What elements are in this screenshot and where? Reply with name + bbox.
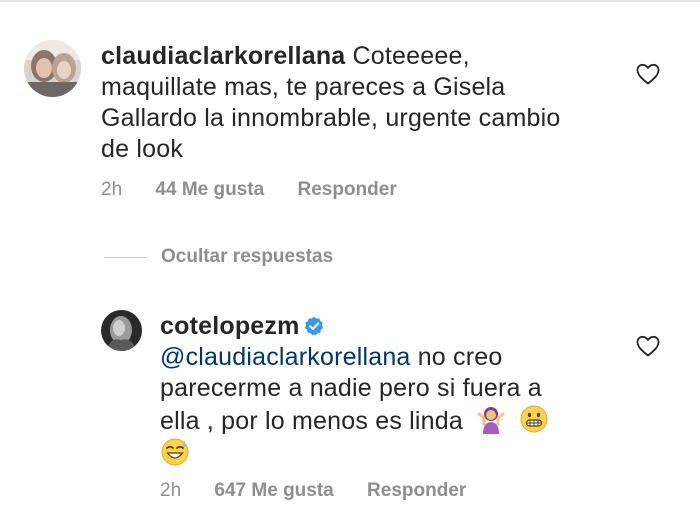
comment-text-line1: Coteeeee,: [345, 42, 470, 70]
reply-username[interactable]: cotelopezm: [160, 312, 300, 340]
grimacing-face-emoji: [520, 405, 548, 433]
grinning-sweat-emoji: [161, 438, 189, 466]
reply-text-line3: ella , por lo menos es linda: [160, 407, 463, 435]
comment-likes[interactable]: 44 Me gusta: [155, 179, 264, 201]
reply-meta: 2h 647 Me gusta Responder: [160, 480, 466, 502]
comment-username[interactable]: claudiaclarkorellana: [101, 42, 345, 70]
comment-body: claudiaclarkorellana Coteeeee, maquillat…: [101, 41, 560, 165]
avatar-cotelopezm[interactable]: [101, 310, 142, 351]
heart-icon[interactable]: [636, 63, 660, 85]
comment-text-line2: maquillate mas, te pareces a Gisela: [101, 73, 506, 101]
reply-reply-button[interactable]: Responder: [367, 480, 466, 502]
hide-replies-label[interactable]: Ocultar respuestas: [161, 246, 333, 268]
reply-text-line2: parecerme a nadie pero si fuera a: [160, 374, 542, 402]
comment-meta: 2h 44 Me gusta Responder: [101, 179, 397, 201]
reply-text-line1: no creo: [410, 343, 503, 371]
top-divider: [0, 0, 700, 2]
reply-likes[interactable]: 647 Me gusta: [214, 480, 333, 502]
comment-reply-button[interactable]: Responder: [297, 179, 396, 201]
avatar-claudiaclarkorellana[interactable]: [24, 40, 81, 97]
verified-badge-icon: [304, 316, 323, 336]
woman-shrugging-emoji: [477, 407, 505, 434]
comment-time: 2h: [101, 179, 123, 200]
reply-time: 2h: [160, 480, 182, 501]
heart-icon[interactable]: [636, 335, 660, 357]
hide-replies-toggle[interactable]: Ocultar respuestas: [104, 243, 333, 271]
reply-mention-link[interactable]: @claudiaclarkorellana: [160, 343, 411, 371]
reply-body: cotelopezm @claudiaclarkorellana no creo…: [160, 311, 549, 470]
comment-text-line3: Gallardo la innombrable, urgente cambio: [101, 104, 561, 132]
hide-replies-line: [104, 256, 147, 258]
comment-text-line4: de look: [101, 135, 184, 163]
